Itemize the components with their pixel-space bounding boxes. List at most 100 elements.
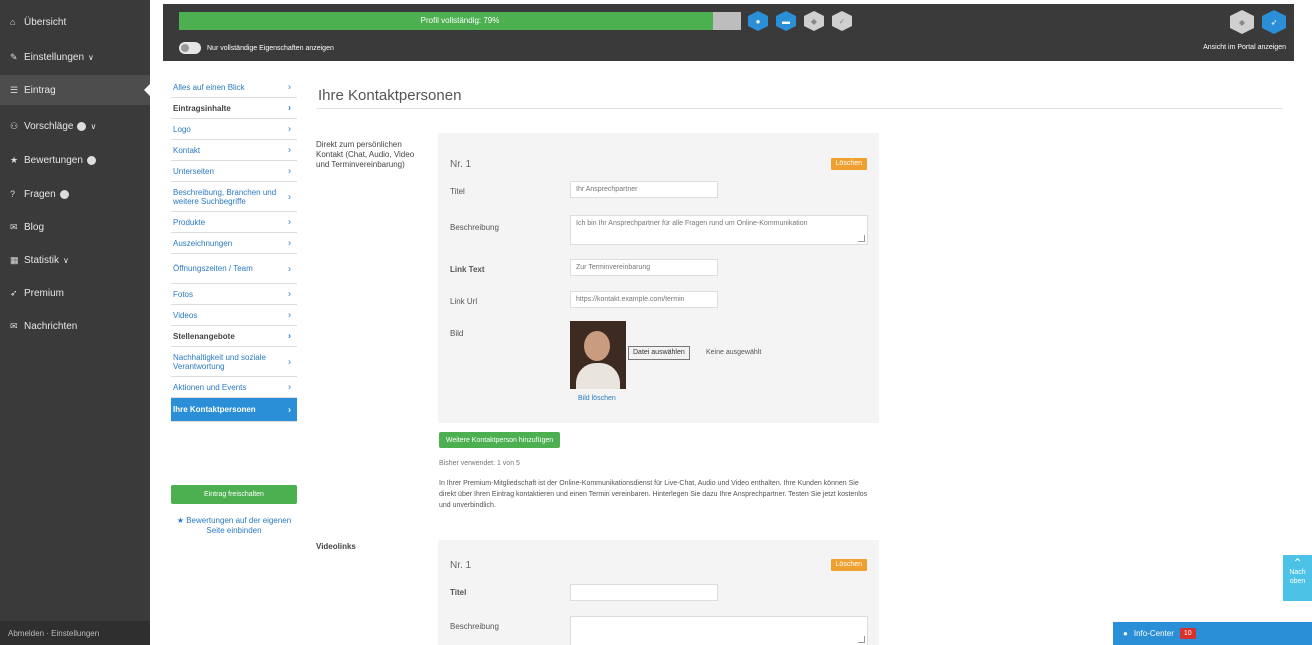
subnav-item-label: Kontakt — [173, 145, 201, 155]
subnav-item[interactable]: Auszeichnungen › — [171, 233, 297, 254]
sidebar-item[interactable]: ☰ Eintrag — [0, 75, 151, 105]
subnav-item[interactable]: Alles auf einen Blick › — [171, 77, 297, 98]
complete-only-toggle-row[interactable]: Nur vollständige Eigenschaften anzeigen — [179, 42, 334, 54]
chevron-right-icon: › — [288, 356, 291, 366]
video-links-label: Videolinks — [316, 542, 356, 551]
subnav-item[interactable]: Produkte › — [171, 212, 297, 233]
subnav-item-label: Unterseiten — [173, 166, 214, 176]
field-input[interactable]: Ihr Ansprechpartner — [570, 181, 718, 198]
info-count-badge: 10 — [1179, 628, 1196, 639]
portal-view-link[interactable]: Ansicht im Portal anzeigen — [1203, 44, 1286, 51]
subnav-item[interactable]: Aktionen und Events › — [171, 377, 297, 398]
chevron-right-icon: › — [288, 123, 291, 134]
chevron-right-icon: › — [288, 330, 291, 341]
card-number: Nr. 1 — [450, 159, 472, 170]
field-label: Link Url — [450, 297, 478, 306]
sidebar-item-label: Statistik — [24, 254, 60, 266]
choose-file-button[interactable]: Datei auswählen — [628, 346, 690, 360]
sidebar-item[interactable]: ? Fragen — [0, 179, 150, 209]
entry-sub-navigation: Alles auf einen Blick › Eintragsinhalte › Lo… — [171, 77, 297, 422]
chevron-right-icon: › — [288, 81, 291, 92]
video-title-input[interactable] — [570, 584, 718, 601]
subnav-item[interactable]: Ihre Kontaktpersonen › — [171, 398, 297, 422]
subnav-item[interactable]: Stellenangebote › — [171, 326, 297, 347]
sidebar-item[interactable]: ✉ Blog — [0, 212, 150, 242]
field-label: Titel — [450, 187, 465, 196]
card-number: Nr. 1 — [450, 560, 472, 571]
field-input[interactable]: Zur Terminvereinbarung — [570, 259, 718, 276]
chevron-right-icon: › — [288, 288, 291, 299]
sidebar-item[interactable]: ➶ Premium — [0, 278, 150, 308]
chevron-right-icon: › — [288, 381, 291, 392]
scroll-to-top-label: Nach oben — [1289, 569, 1306, 585]
progress-label: Profil vollständig: 79% — [420, 16, 500, 25]
chat-icon[interactable]: ▬ — [776, 11, 796, 31]
chevron-down-icon: ∨ — [63, 255, 69, 265]
sidebar-item[interactable]: ⚇ Vorschläge ∨ — [0, 111, 150, 141]
subnav-item-label: Ihre Kontaktpersonen — [173, 405, 256, 414]
field-label: Link Text — [450, 265, 485, 274]
subnav-item[interactable]: Öffnungszeiten / Team › — [171, 254, 297, 284]
subnav-item-label: Öffnungszeiten / Team — [173, 264, 253, 273]
field-input[interactable]: https://kontakt.example.com/termin — [570, 291, 718, 308]
top-right-icons: ◆ ➶ — [1230, 10, 1286, 34]
subnav-item[interactable]: Beschreibung, Branchen und weitere Suchb… — [171, 182, 297, 212]
sidebar-item[interactable]: ⌂ Übersicht — [0, 7, 150, 37]
subnav-item-label: Fotos — [173, 289, 194, 299]
sidebar-item-label: Bewertungen — [24, 154, 83, 166]
field-input[interactable]: Ich bin Ihr Ansprechpartner für alle Fra… — [570, 215, 868, 245]
release-entry-button[interactable]: Eintrag freischalten — [171, 485, 297, 504]
video-description-label: Beschreibung — [450, 622, 499, 631]
question-icon: ? — [10, 189, 16, 199]
delete-image-link[interactable]: Bild löschen — [578, 395, 616, 402]
direct-contact-label: Direkt zum persönlichen Kontakt (Chat, A… — [316, 140, 415, 169]
subnav-item[interactable]: Nachhaltigkeit und soziale Verantwortung… — [171, 347, 297, 377]
toggle-switch[interactable] — [179, 42, 201, 54]
subnav-item[interactable]: Logo › — [171, 119, 297, 140]
chevron-right-icon: › — [288, 144, 291, 155]
rocket-icon[interactable]: ➶ — [1262, 10, 1286, 34]
status-icons: ● ▬ ◆ ✓ — [748, 11, 852, 31]
photo-body — [576, 363, 620, 389]
chevron-right-icon: › — [288, 263, 291, 273]
main-sidebar: ⌂ Übersicht ✎ Einstellungen ∨ ☰ Eintrag ⚇ Vorsch… — [0, 0, 151, 645]
chevron-right-icon: › — [288, 237, 291, 248]
subnav-item[interactable]: Videos › — [171, 305, 297, 326]
info-dot-icon — [86, 155, 96, 165]
sidebar-item[interactable]: ▦ Statistik ∨ — [0, 245, 150, 275]
contact-photo — [570, 321, 626, 389]
sidebar-footer[interactable]: Abmelden · Einstellungen — [0, 621, 150, 645]
subnav-item[interactable]: Kontakt › — [171, 140, 297, 161]
chart-icon: ▦ — [10, 254, 19, 265]
sidebar-item-label: Übersicht — [24, 16, 67, 28]
check-icon[interactable]: ✓ — [832, 11, 852, 31]
video-link-card: Nr. 1 Löschen Titel Beschreibung — [438, 540, 879, 645]
subnav-item[interactable]: Unterseiten › — [171, 161, 297, 182]
profile-progress-bar[interactable]: Profil vollständig: 79% — [179, 12, 741, 30]
shield-icon[interactable]: ◆ — [804, 11, 824, 31]
scroll-to-top-button[interactable]: ⌃ Nach oben — [1283, 555, 1312, 601]
subnav-item-label: Nachhaltigkeit und soziale Verantwortung — [173, 352, 266, 371]
delete-contact-button[interactable]: Löschen — [830, 158, 867, 170]
home-icon: ⌂ — [10, 17, 16, 27]
subnav-item[interactable]: Eintragsinhalte › — [171, 98, 297, 119]
badge-icon[interactable]: ● — [748, 11, 768, 31]
video-description-input[interactable] — [570, 616, 868, 645]
user-icon[interactable]: ◆ — [1230, 10, 1254, 34]
toggle-label: Nur vollständige Eigenschaften anzeigen — [207, 44, 334, 52]
info-center-panel[interactable]: ● Info-Center 10 — [1113, 622, 1312, 645]
people-icon: ⚇ — [10, 120, 19, 131]
sidebar-item[interactable]: ✉ Nachrichten — [0, 311, 150, 341]
field-label: Bild — [450, 329, 464, 338]
chevron-right-icon: › — [288, 404, 291, 414]
title-divider — [316, 108, 1282, 109]
sidebar-item-label: Eintrag — [24, 84, 56, 96]
contact-person-card: Nr. 1 Löschen Datei auswählen Keine ausg… — [438, 133, 879, 423]
sidebar-item[interactable]: ✎ Einstellungen ∨ — [0, 42, 150, 72]
embed-ratings-link[interactable]: ★ Bewertungen auf der eigenen Seite einb… — [171, 516, 297, 536]
delete-video-button[interactable]: Löschen — [830, 559, 867, 571]
star-icon: ★ — [10, 154, 19, 165]
add-contact-button[interactable]: Weitere Kontaktperson hinzufügen — [439, 432, 560, 448]
subnav-item[interactable]: Fotos › — [171, 284, 297, 305]
sidebar-item[interactable]: ★ Bewertungen — [0, 145, 150, 175]
